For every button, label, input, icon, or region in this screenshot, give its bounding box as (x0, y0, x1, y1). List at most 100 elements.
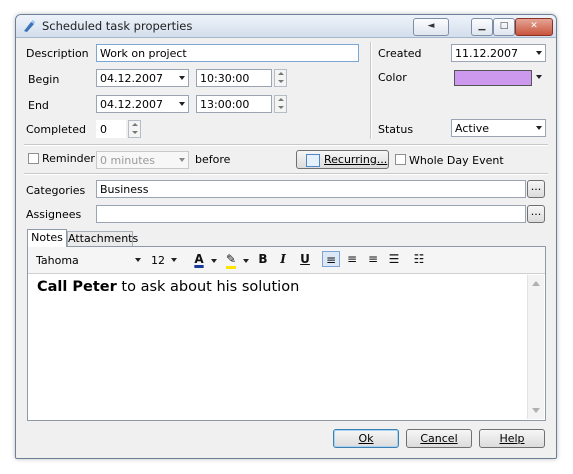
cancel-label: Cancel (420, 432, 458, 445)
help-button[interactable]: Help (479, 429, 545, 448)
close-icon: ✕ (530, 21, 538, 31)
app-icon (24, 20, 35, 32)
align-center-button[interactable]: ≡ (343, 251, 361, 267)
bullet-list-icon: ☷ (413, 252, 425, 266)
font-color-button[interactable]: A (190, 251, 208, 267)
title-bar[interactable]: Scheduled task properties ◄ ▁ □ ✕ (16, 15, 556, 38)
end-label: End (28, 99, 49, 112)
end-time-input[interactable]: 13:00:00 (196, 95, 272, 113)
justify-button[interactable]: ☰ (385, 251, 403, 267)
whole-day-checkbox[interactable] (395, 154, 406, 165)
font-name-value: Tahoma (36, 254, 79, 267)
chevron-down-icon (179, 102, 185, 106)
categories-browse-button[interactable]: ... (527, 180, 545, 198)
status-value: Active (455, 122, 490, 135)
reminder-checkbox[interactable] (28, 153, 39, 164)
maximize-button[interactable]: □ (493, 18, 515, 36)
tab-arrow-button[interactable]: ◄ (413, 18, 449, 36)
bold-button[interactable]: B (254, 251, 272, 267)
separator (24, 144, 548, 146)
align-left-button[interactable]: ≡ (322, 251, 340, 267)
ok-label: Ok (358, 432, 374, 445)
notes-editor[interactable]: Call Peter to ask about his solution (30, 275, 527, 419)
completed-input[interactable]: 0 (96, 120, 126, 138)
align-left-icon: ≡ (325, 253, 337, 267)
chevron-down-icon (171, 258, 177, 262)
reminder-select[interactable]: 0 minutes (96, 151, 189, 169)
highlight-button[interactable]: ✎ (222, 251, 240, 269)
calendar-icon (306, 154, 320, 167)
chevron-down-icon (179, 76, 185, 80)
underline-button[interactable]: U (296, 251, 314, 267)
description-label: Description (26, 47, 89, 60)
align-right-icon: ≡ (367, 252, 379, 266)
scroll-down-icon (532, 408, 540, 413)
notes-panel: Tahoma 12 A ✎ B I U ≡ ≡ ≡ ☰ ☷ Call Peter… (27, 246, 546, 421)
assignees-input[interactable] (96, 205, 526, 223)
whole-day-label: Whole Day Event (409, 154, 504, 167)
status-select[interactable]: Active (451, 119, 546, 137)
end-date-field[interactable]: 04.12.2007 (96, 95, 189, 113)
vertical-divider (370, 42, 372, 139)
categories-input[interactable]: Business (96, 180, 526, 198)
italic-button[interactable]: I (274, 251, 292, 267)
status-label: Status (378, 123, 414, 136)
tab-attachments[interactable]: Attachments (67, 231, 138, 247)
categories-label: Categories (26, 184, 86, 197)
end-time-spinner[interactable] (274, 95, 287, 113)
chevron-down-icon (211, 259, 217, 263)
assignees-label: Assignees (26, 208, 82, 221)
task-properties-window: Scheduled task properties ◄ ▁ □ ✕ Descri… (15, 14, 557, 459)
chevron-down-icon (536, 75, 542, 79)
tab-attachments-label: Attachments (68, 232, 139, 245)
begin-label: Begin (28, 73, 60, 86)
chevron-down-icon (536, 51, 542, 55)
window-title: Scheduled task properties (42, 19, 193, 33)
notes-scrollbar[interactable] (527, 275, 544, 419)
assignees-browse-button[interactable]: ... (527, 205, 545, 223)
tab-notes[interactable]: Notes (27, 229, 67, 247)
ok-button[interactable]: Ok (333, 429, 399, 448)
chevron-down-icon (536, 126, 542, 130)
color-label: Color (378, 71, 407, 84)
recurring-button[interactable]: Recurring... (296, 150, 389, 169)
begin-date-field[interactable]: 04.12.2007 (96, 69, 189, 87)
help-label: Help (499, 432, 525, 445)
bullet-list-button[interactable]: ☷ (410, 251, 428, 267)
begin-date-value: 04.12.2007 (100, 72, 163, 85)
begin-time-input[interactable]: 10:30:00 (196, 69, 272, 87)
notes-text-rest: to ask about his solution (116, 279, 300, 295)
cancel-button[interactable]: Cancel (406, 429, 472, 448)
before-label: before (195, 153, 231, 166)
chevron-down-icon (135, 258, 141, 262)
separator (24, 173, 548, 175)
minimize-button[interactable]: ▁ (471, 18, 493, 36)
chevron-down-icon (243, 259, 249, 263)
scroll-up-icon (532, 281, 540, 286)
justify-icon: ☰ (388, 252, 400, 266)
reminder-label: Reminder (42, 152, 95, 165)
completed-spinner[interactable] (128, 120, 141, 138)
color-dropdown[interactable] (533, 70, 545, 84)
font-size-select[interactable]: 12 (147, 251, 181, 269)
created-date-field[interactable]: 11.12.2007 (451, 44, 546, 62)
font-size-value: 12 (151, 254, 165, 267)
color-swatch[interactable] (454, 70, 532, 86)
end-date-value: 04.12.2007 (100, 98, 163, 111)
recurring-label: Recurring... (324, 153, 388, 166)
begin-time-spinner[interactable] (274, 69, 287, 87)
notes-text: Call Peter to ask about his solution (37, 279, 299, 295)
close-button[interactable]: ✕ (515, 18, 553, 36)
description-input[interactable]: Work on project (96, 44, 359, 62)
font-name-select[interactable]: Tahoma (32, 251, 145, 269)
font-color-icon: A (194, 252, 204, 266)
align-center-icon: ≡ (346, 252, 358, 266)
highlighter-icon: ✎ (225, 252, 237, 269)
reminder-value: 0 minutes (100, 154, 156, 167)
notes-text-bold: Call Peter (37, 279, 117, 295)
tab-notes-label: Notes (31, 231, 63, 244)
align-right-button[interactable]: ≡ (364, 251, 382, 267)
minimize-icon: ▁ (478, 21, 486, 31)
created-label: Created (378, 47, 422, 60)
editor-toolbar: Tahoma 12 A ✎ B I U ≡ ≡ ≡ ☰ ☷ (28, 247, 545, 274)
